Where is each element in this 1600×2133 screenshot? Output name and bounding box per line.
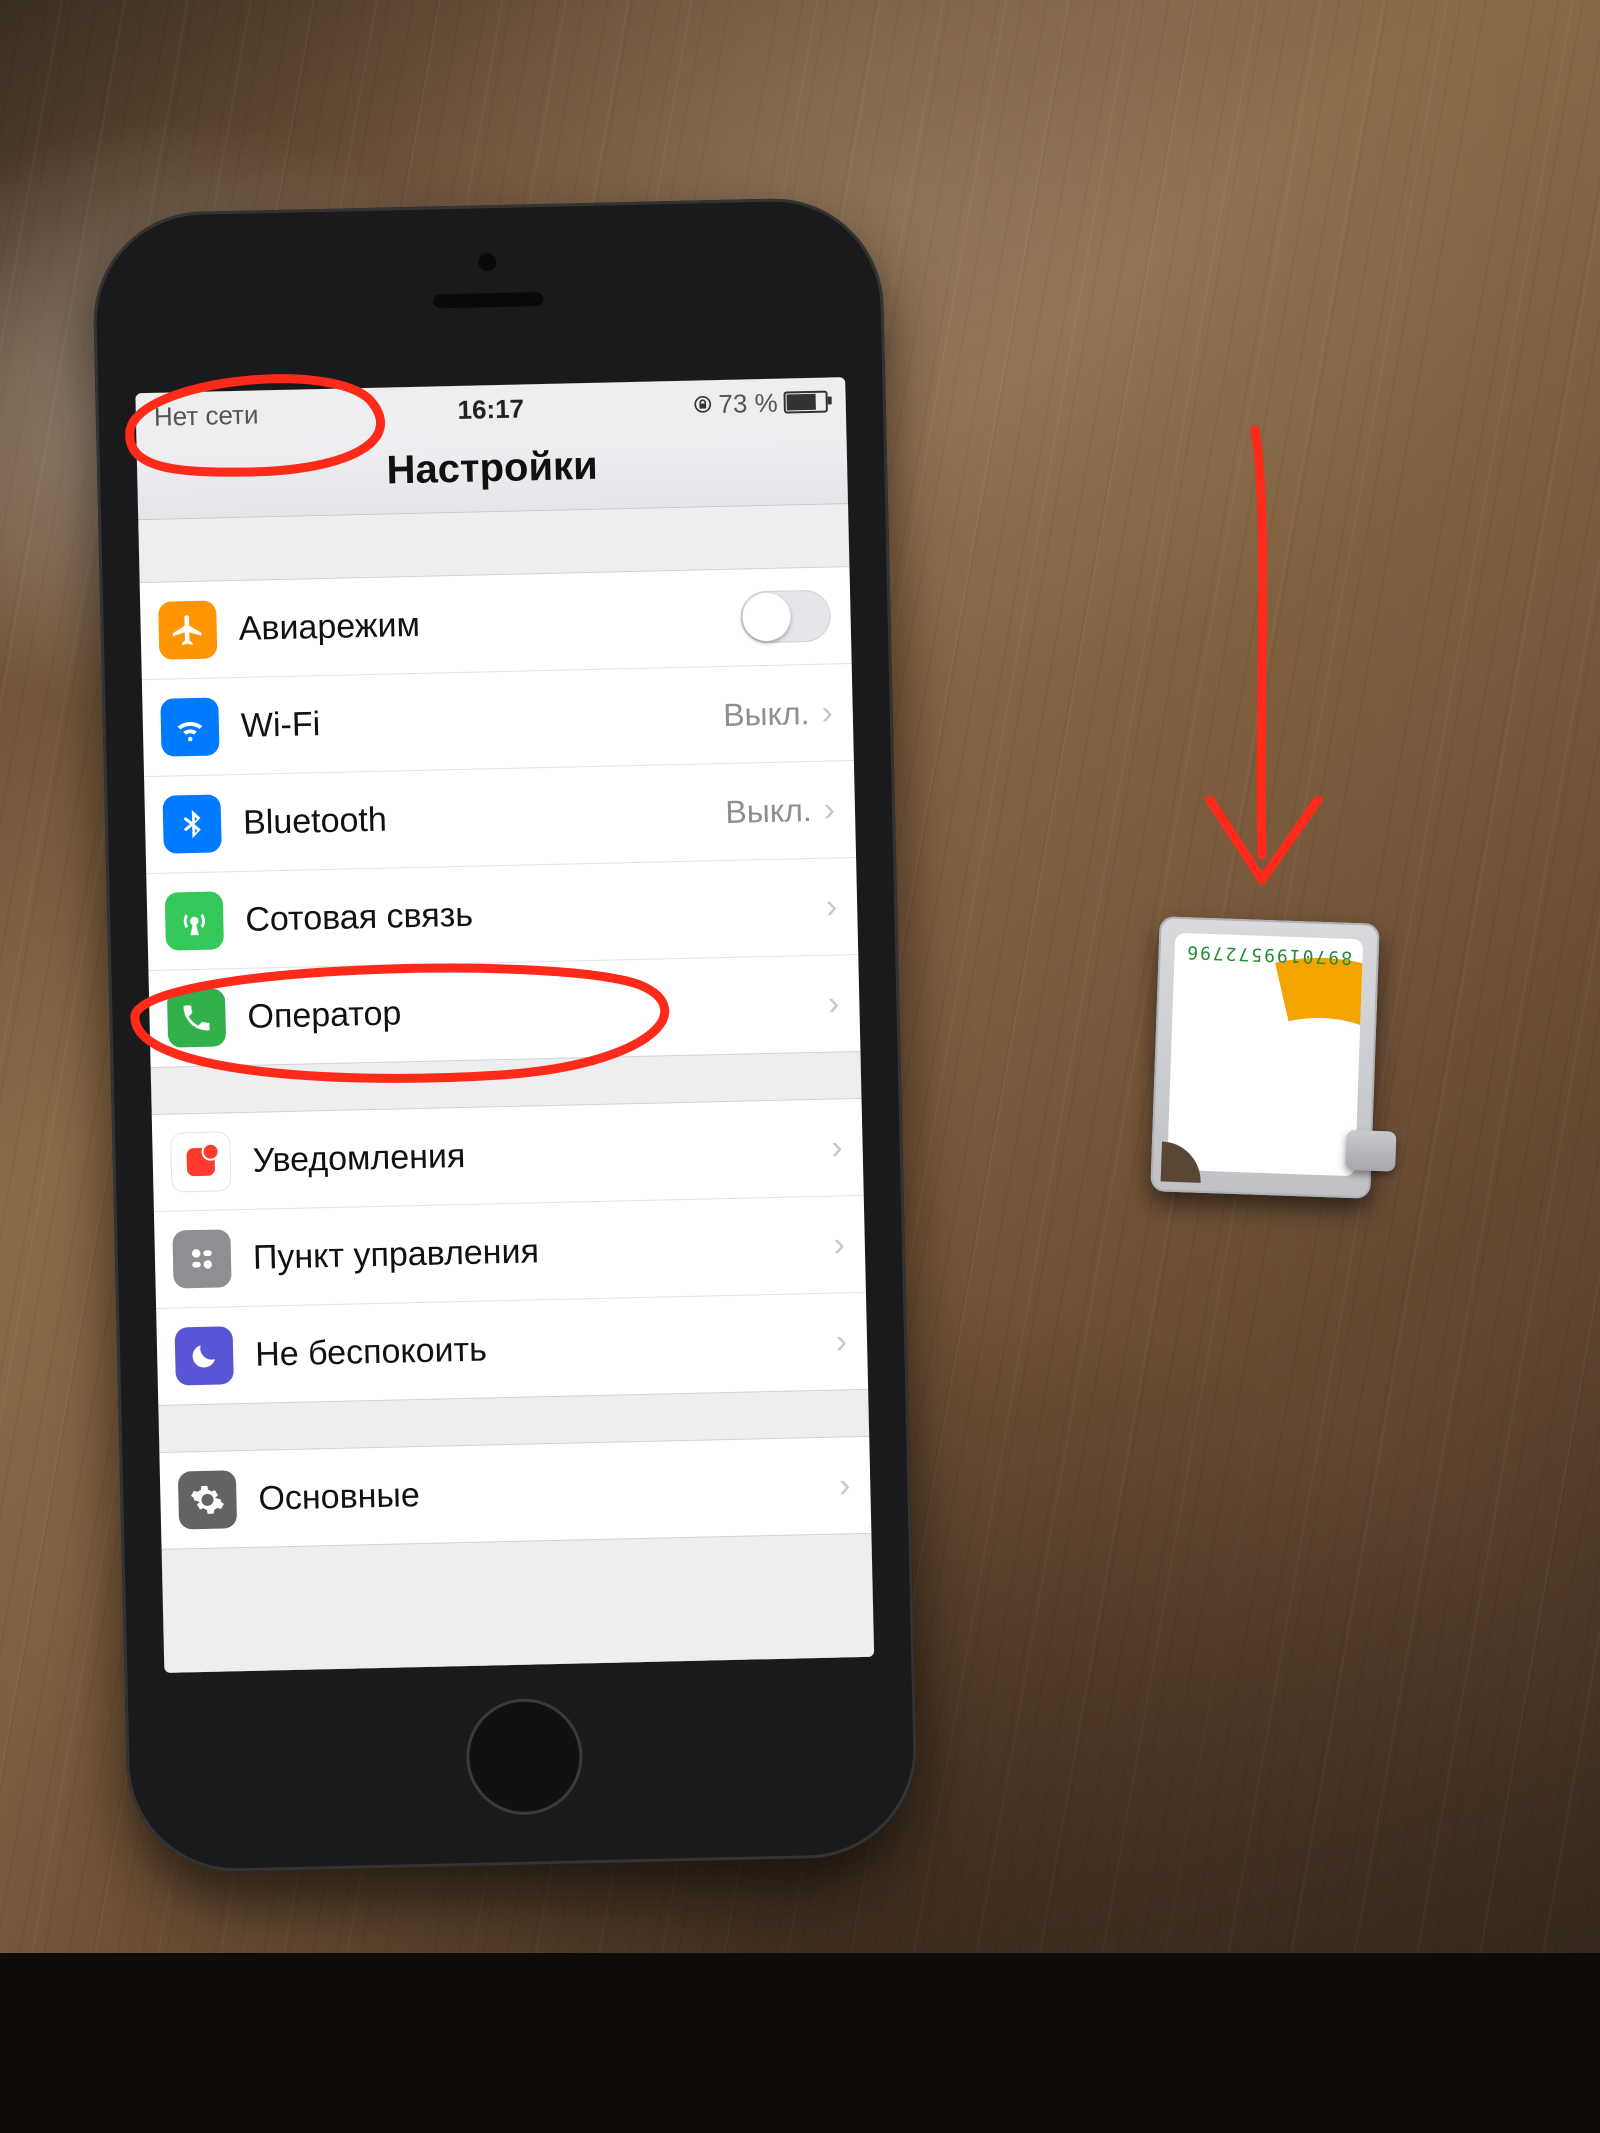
sim-card: 8970199572796	[1167, 933, 1363, 1176]
row-general[interactable]: Основные ›	[159, 1437, 871, 1549]
row-label: Пункт управления	[253, 1225, 830, 1277]
battery-icon	[783, 391, 827, 414]
row-label: Авиарежим	[238, 598, 741, 648]
rotation-lock-icon	[692, 394, 712, 414]
cellular-icon	[165, 891, 224, 950]
row-label: Оператор	[247, 984, 824, 1036]
row-label: Уведомления	[252, 1128, 827, 1180]
iphone-device: Нет сети 16:17 73 % Настройки	[91, 196, 918, 1873]
control-center-icon	[172, 1229, 231, 1288]
row-value: Выкл.	[725, 791, 812, 830]
chevron-right-icon: ›	[821, 693, 833, 732]
sim-tray: 8970199572796	[1150, 916, 1379, 1199]
row-cellular[interactable]: Сотовая связь ›	[146, 857, 858, 970]
chevron-right-icon: ›	[835, 1322, 847, 1361]
moon-icon	[175, 1326, 234, 1385]
row-notifications[interactable]: Уведомления ›	[152, 1099, 864, 1211]
chevron-right-icon: ›	[839, 1466, 851, 1505]
settings-group-connectivity: Авиарежим Wi-Fi Выкл. ›	[140, 566, 861, 1068]
chevron-right-icon: ›	[831, 1128, 843, 1167]
row-label: Bluetooth	[243, 792, 726, 842]
chevron-right-icon: ›	[823, 790, 835, 829]
row-label: Wi-Fi	[240, 695, 723, 745]
photo-scene: Нет сети 16:17 73 % Настройки	[0, 0, 1600, 2133]
row-do-not-disturb[interactable]: Не беспокоить ›	[156, 1292, 868, 1405]
bluetooth-icon	[162, 794, 221, 853]
airplane-icon	[158, 600, 217, 659]
chevron-right-icon: ›	[833, 1225, 845, 1264]
wifi-icon	[160, 697, 219, 756]
front-camera	[478, 253, 496, 271]
row-value: Выкл.	[723, 695, 810, 734]
chevron-right-icon: ›	[825, 887, 837, 926]
phone-screen: Нет сети 16:17 73 % Настройки	[135, 377, 874, 1673]
row-airplane-mode[interactable]: Авиарежим	[140, 567, 852, 679]
earpiece-speaker	[433, 292, 543, 308]
row-label: Не беспокоить	[255, 1322, 832, 1374]
chevron-right-icon: ›	[828, 984, 840, 1023]
notifications-icon	[170, 1131, 231, 1192]
sim-card-logo	[1167, 933, 1363, 1176]
annotation-arrow-shaft	[1255, 430, 1263, 855]
status-carrier-text: Нет сети	[154, 399, 259, 432]
annotation-arrow-head	[1210, 800, 1318, 880]
row-wifi[interactable]: Wi-Fi Выкл. ›	[142, 663, 854, 776]
row-label: Основные	[258, 1466, 835, 1518]
status-battery-pct: 73 %	[718, 387, 778, 419]
settings-group-notifications: Уведомления › Пункт управления ›	[152, 1098, 868, 1406]
row-label: Сотовая связь	[245, 887, 822, 939]
phone-icon	[167, 988, 226, 1047]
row-control-center[interactable]: Пункт управления ›	[154, 1195, 866, 1308]
row-bluetooth[interactable]: Bluetooth Выкл. ›	[144, 760, 856, 873]
airplane-toggle[interactable]	[740, 590, 831, 644]
settings-list[interactable]: Авиарежим Wi-Fi Выкл. ›	[138, 504, 874, 1673]
gear-icon	[178, 1470, 237, 1529]
sim-tray-handle	[1345, 1130, 1396, 1172]
row-carrier[interactable]: Оператор ›	[148, 954, 860, 1067]
home-button[interactable]	[465, 1697, 584, 1816]
settings-group-general: Основные ›	[159, 1436, 871, 1550]
